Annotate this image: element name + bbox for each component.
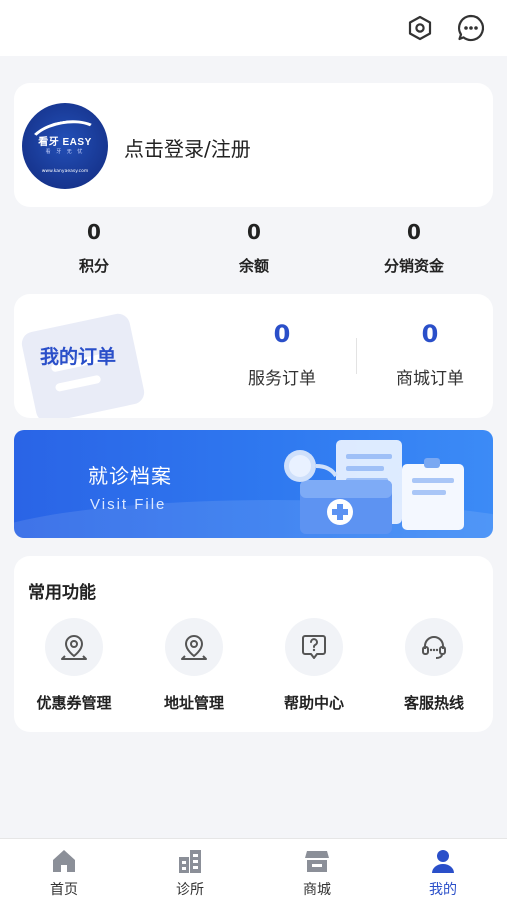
my-orders-title[interactable]: 我的订单 <box>40 342 116 369</box>
stat-balance[interactable]: 0 余额 <box>194 215 314 276</box>
order-count: 0 <box>273 320 291 348</box>
visit-file-banner[interactable]: 就诊档案 Visit File <box>14 430 493 538</box>
tab-clinic[interactable]: 诊所 <box>140 845 240 899</box>
stat-label: 分销资金 <box>383 257 444 275</box>
function-label: 地址管理 <box>163 694 224 712</box>
logo-text: 看牙 EASY <box>38 137 92 148</box>
common-functions-card: 常用功能 优惠券管理 地址管理 帮助中心 客服热线 <box>14 556 493 732</box>
top-bar <box>0 0 507 56</box>
function-label: 客服热线 <box>403 694 464 712</box>
login-register-link[interactable]: 点击登录/注册 <box>124 133 251 162</box>
coupon-management[interactable]: 优惠券管理 <box>19 618 129 713</box>
store-icon <box>267 845 367 877</box>
function-label: 优惠券管理 <box>36 694 112 712</box>
clinic-icon <box>140 845 240 877</box>
coupon-pin-icon <box>45 618 103 676</box>
customer-service-hotline[interactable]: 客服热线 <box>379 618 489 713</box>
logo-url: www.kanyaeasy.com <box>41 169 89 174</box>
tab-label: 诊所 <box>176 882 204 898</box>
profile-card[interactable]: 看牙 EASY 看 牙 无 忧 www.kanyaeasy.com <box>14 83 493 207</box>
store-orders[interactable]: 0 商城订单 <box>360 314 493 389</box>
banner-subtitle: Visit File <box>90 496 167 513</box>
settings-hex-icon[interactable] <box>404 12 436 44</box>
app-logo: 看牙 EASY 看 牙 无 忧 www.kanyaeasy.com <box>22 103 108 189</box>
tab-store[interactable]: 商城 <box>267 845 367 899</box>
tab-label: 商城 <box>303 882 331 898</box>
bottom-tab-bar: 首页 诊所 商城 我的 <box>0 838 507 900</box>
headset-icon <box>405 618 463 676</box>
stat-label: 积分 <box>78 257 109 275</box>
stat-points[interactable]: 0 积分 <box>34 215 154 276</box>
address-management[interactable]: 地址管理 <box>139 618 249 713</box>
my-orders-card: 我的订单 0 服务订单 0 商城订单 <box>14 294 493 418</box>
tab-mine[interactable]: 我的 <box>393 845 493 899</box>
tab-home[interactable]: 首页 <box>14 845 114 899</box>
tab-label: 我的 <box>429 882 457 898</box>
account-stats: 0 积分 0 余额 0 分销资金 <box>14 215 493 287</box>
order-label: 商城订单 <box>396 369 464 389</box>
logo-subtext: 看 牙 无 忧 <box>45 149 85 155</box>
order-label: 服务订单 <box>248 369 316 389</box>
stat-value: 0 <box>407 220 421 244</box>
medical-file-illustration <box>284 440 464 534</box>
stat-value: 0 <box>247 220 261 244</box>
stat-value: 0 <box>87 220 101 244</box>
banner-title: 就诊档案 <box>88 464 172 488</box>
help-icon <box>285 618 343 676</box>
function-label: 帮助中心 <box>283 694 344 712</box>
help-center[interactable]: 帮助中心 <box>259 618 369 713</box>
tab-label: 首页 <box>50 882 78 898</box>
order-count: 0 <box>421 320 439 348</box>
stat-label: 余额 <box>238 257 269 275</box>
user-icon <box>393 845 493 877</box>
home-icon <box>14 845 114 877</box>
message-icon[interactable] <box>455 12 487 44</box>
location-pin-icon <box>165 618 223 676</box>
divider <box>356 338 357 374</box>
section-title: 常用功能 <box>28 583 96 603</box>
service-orders[interactable]: 0 服务订单 <box>212 314 352 389</box>
stat-distribution-funds[interactable]: 0 分销资金 <box>354 215 474 276</box>
